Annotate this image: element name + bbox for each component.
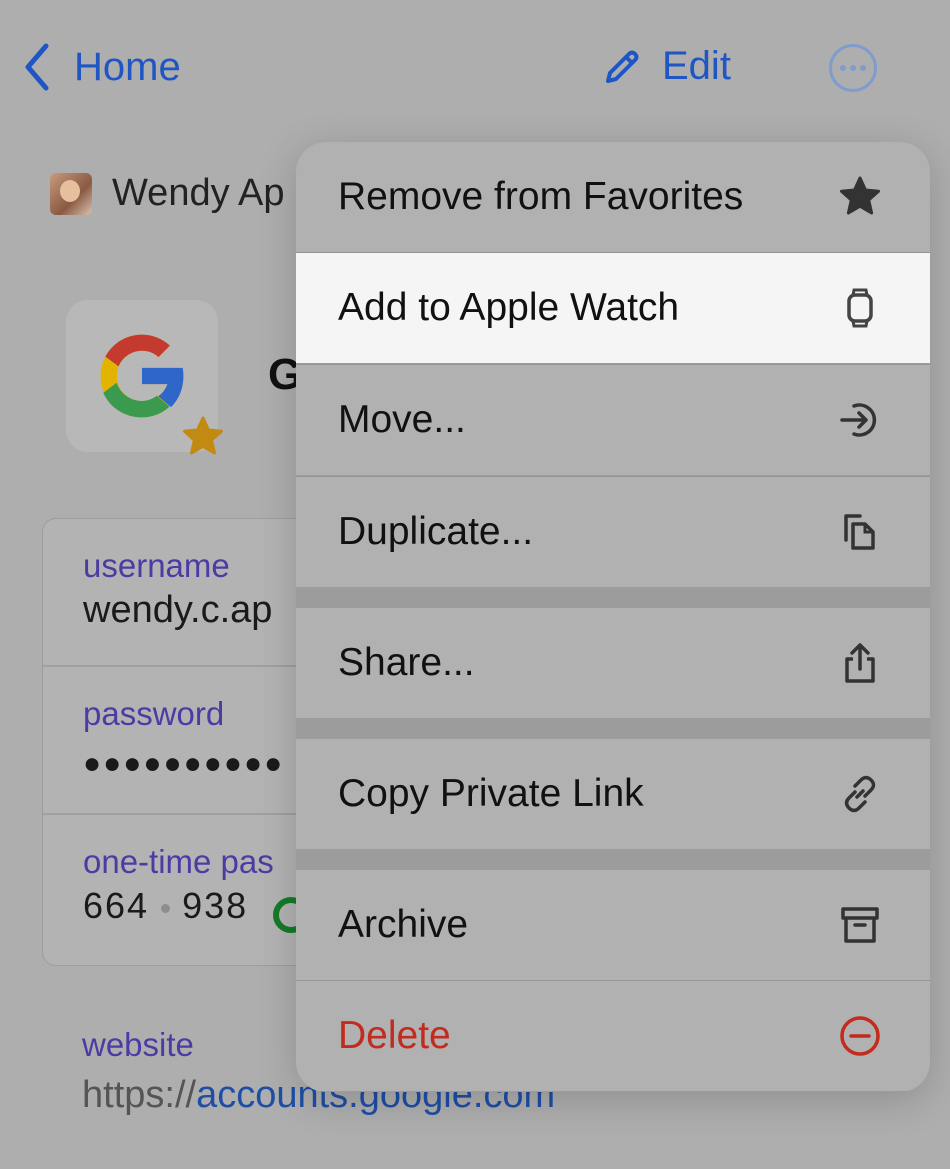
avatar: [50, 172, 92, 215]
field-label: one-time pas: [83, 843, 274, 880]
field-label: password: [83, 695, 225, 732]
delete-icon: [840, 1016, 880, 1056]
field-value: ●●●●●●●●●●: [83, 747, 285, 780]
navigation-bar: Home Edit: [0, 0, 950, 140]
menu-item-move[interactable]: Move...: [296, 365, 930, 475]
field-value: wendy.c.ap: [83, 589, 273, 631]
context-menu: Remove from Favorites Add to Apple Watch…: [296, 142, 930, 1092]
otp-part-a: 664: [83, 885, 150, 926]
menu-item-label: Archive: [338, 903, 469, 946]
menu-item-add-to-apple-watch[interactable]: Add to Apple Watch: [296, 253, 930, 363]
ellipsis-icon: [840, 65, 846, 71]
menu-item-label: Remove from Favorites: [338, 175, 744, 218]
edit-button[interactable]: Edit: [602, 44, 731, 89]
ellipsis-dot: [850, 65, 856, 71]
otp-part-b: 938: [182, 885, 249, 926]
move-icon: [840, 403, 877, 437]
url-prefix: https://: [82, 1074, 197, 1116]
edit-label: Edit: [662, 44, 731, 88]
pencil-icon: [606, 50, 639, 83]
apple-watch-icon: [847, 288, 873, 328]
menu-item-copy-private-link[interactable]: Copy Private Link: [296, 739, 930, 849]
menu-item-archive[interactable]: Archive: [296, 870, 930, 980]
chevron-left-icon: [25, 43, 49, 91]
menu-item-remove-from-favorites[interactable]: Remove from Favorites: [296, 142, 930, 252]
ellipsis-dot: [860, 65, 866, 71]
menu-item-label: Share...: [338, 641, 475, 684]
archive-icon: [841, 907, 879, 943]
field-label: username: [83, 547, 230, 584]
menu-item-share[interactable]: Share...: [296, 608, 930, 718]
more-options-button[interactable]: [829, 44, 877, 92]
duplicate-icon: [844, 514, 875, 550]
back-button[interactable]: Home: [22, 42, 181, 92]
username-field[interactable]: username wendy.c.ap: [83, 547, 272, 632]
vault-row[interactable]: Wendy Ap: [50, 172, 285, 215]
one-time-password-field[interactable]: one-time pas 664 938: [83, 843, 274, 927]
vault-name: Wendy Ap: [112, 172, 285, 214]
menu-item-label: Add to Apple Watch: [338, 286, 680, 329]
back-label: Home: [74, 44, 181, 89]
otp-value: 664 938: [83, 885, 274, 927]
menu-item-label: Delete: [338, 1014, 451, 1057]
menu-item-delete[interactable]: Delete: [296, 981, 930, 1091]
menu-item-duplicate[interactable]: Duplicate...: [296, 477, 930, 587]
menu-item-label: Move...: [338, 398, 466, 441]
menu-item-label: Copy Private Link: [338, 772, 644, 815]
star-icon: [840, 176, 880, 215]
link-icon: [844, 775, 876, 813]
otp-separator: [161, 903, 171, 913]
favorite-star-icon: [183, 416, 223, 455]
menu-item-label: Duplicate...: [338, 510, 534, 553]
item-detail-page: Home Edit Wendy Ap G username wendy.c.ap…: [0, 0, 950, 1169]
share-icon: [845, 643, 875, 683]
password-field[interactable]: password ●●●●●●●●●●: [83, 695, 284, 781]
